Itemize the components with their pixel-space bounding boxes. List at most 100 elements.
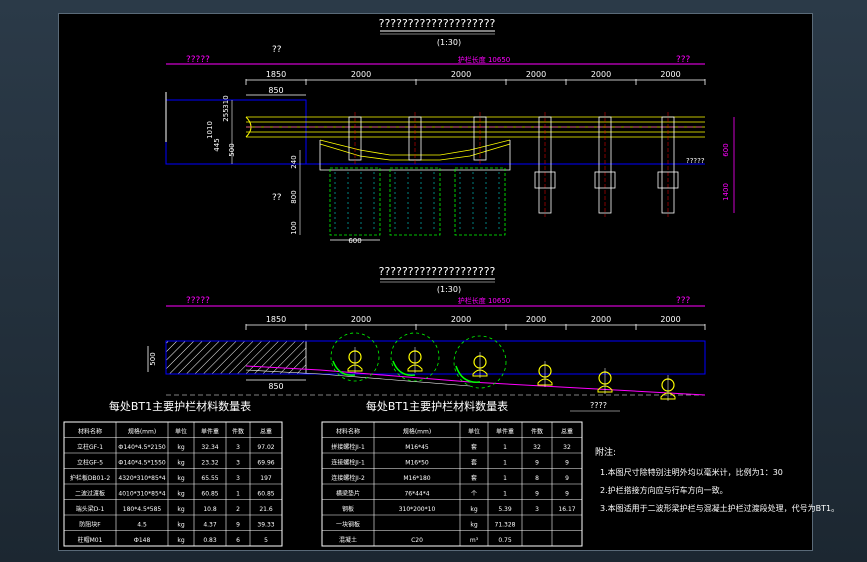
span-label: 2000 — [351, 315, 371, 324]
table-cell: 4320*310*85*4 — [118, 475, 165, 482]
table-cell: kg — [470, 522, 477, 529]
table-header-cell: 总重 — [260, 428, 272, 436]
elevation-foundations — [329, 167, 506, 236]
table-cell: 9 — [565, 475, 569, 482]
table-cell: 拼接螺栓JI-1 — [331, 443, 365, 451]
foundation — [389, 167, 441, 236]
table-cell: 76*44*4 — [404, 491, 429, 498]
table-cell: Ф140*4.5*1550 — [118, 460, 166, 467]
table-cell: 4.5 — [137, 522, 147, 529]
table-cell: 97.02 — [257, 444, 274, 451]
material-table-left: 材料名称 规格(mm) 单位 单件重 件数 总重立柱GF-1 Ф140*4.5*2150 kg… — [63, 421, 283, 547]
table-cell: 32.34 — [201, 444, 218, 451]
table-cell: 9 — [236, 522, 240, 529]
cad-drawing: ???????????????????? (1:30) ????? 护栏长度 1… — [63, 17, 839, 547]
table-left-title: 每处BT1主要护栏材料数量表 — [109, 399, 251, 413]
span-label: 2000 — [660, 315, 680, 324]
table-header-cell: 单位 — [175, 428, 187, 436]
vertical-dim-label: 445 — [213, 138, 221, 151]
anchor-arc — [392, 360, 416, 376]
table-cell: 3 — [535, 506, 539, 513]
table-header-cell: 单位 — [468, 428, 480, 436]
table-cell: 23.32 — [201, 460, 218, 467]
table-cell: 60.85 — [257, 491, 274, 498]
table-cell: 5 — [264, 537, 268, 544]
table-cell: Ф148 — [134, 537, 151, 544]
table-cell: 钢板 — [342, 505, 354, 513]
note-2: 2.护栏搭接方向应与行车方向一致。 — [600, 485, 728, 495]
table-cell: 9 — [535, 460, 539, 467]
span-label: 2000 — [451, 70, 471, 79]
table-cell: kg — [177, 522, 184, 529]
table-cell: 9 — [535, 491, 539, 498]
table-cell: 1 — [503, 491, 507, 498]
table-cell: 个 — [471, 491, 477, 498]
table-cell: 3 — [236, 460, 240, 467]
table-cell: 16.17 — [558, 506, 575, 513]
table-cell: 混凝土 — [339, 536, 357, 544]
table-header-cell: 规格(mm) — [403, 428, 431, 436]
table-header-cell: 单件重 — [496, 428, 514, 436]
vertical-dim-label: 1010 — [206, 121, 214, 139]
section-mark-bottom: ?? — [272, 193, 282, 203]
plan-slope-label: ???? — [590, 401, 607, 410]
table-cell: 197 — [260, 475, 272, 482]
right-dim-1: 600 — [722, 143, 730, 156]
table-cell: 1 — [503, 444, 507, 451]
span-label: 2000 — [591, 70, 611, 79]
table-cell: 4010*310*85*4 — [118, 491, 165, 498]
section-mark-top: ?? — [272, 45, 282, 55]
table-cell: kg — [177, 475, 184, 482]
note-1: 1.本图尺寸除特别注明外均以毫米计，比例为1：30 — [600, 467, 783, 477]
table-cell: 端头梁D-1 — [76, 505, 105, 513]
table-cell: 5.39 — [498, 506, 512, 513]
table-cell: 69.96 — [257, 460, 274, 467]
table-cell: 横梁垫片 — [336, 490, 360, 498]
table-cell: 防阻块F — [79, 521, 101, 529]
table-header-cell: 材料名称 — [336, 428, 360, 436]
table-cell: m³ — [470, 537, 479, 544]
footing-width: 600 — [348, 237, 361, 245]
table-cell: 21.6 — [259, 506, 273, 513]
table-cell: kg — [177, 460, 184, 467]
plan-span-labels: 1850 2000 2000 2000 2000 2000 — [245, 315, 706, 330]
plan-scale: (1:30) — [437, 285, 461, 294]
vertical-dim-label: 240 — [290, 155, 298, 168]
table-cell: 60.85 — [201, 491, 218, 498]
table-cell: 柱帽M01 — [78, 536, 103, 544]
elevation-total-length: 护栏长度 10650 — [458, 55, 511, 64]
table-header-cell: 单件重 — [201, 428, 219, 436]
table-cell: 套 — [471, 459, 477, 467]
table-cell: kg — [177, 537, 184, 544]
plan-right-label: ??? — [676, 296, 691, 306]
table-cell: 32 — [563, 444, 571, 451]
table-cell: 连接螺栓JI-1 — [331, 459, 365, 467]
vertical-dim-label: 310 — [222, 95, 230, 108]
span-label: 1850 — [266, 315, 286, 324]
span-label: 2000 — [351, 70, 371, 79]
table-cell: 2 — [236, 506, 240, 513]
vertical-dim-label: 100 — [290, 221, 298, 234]
foundation — [454, 167, 506, 236]
table-cell: M16*50 — [405, 460, 429, 467]
table-cell: 二波过渡板 — [75, 490, 105, 498]
table-header-cell: 规格(mm) — [128, 428, 156, 436]
table-header-cell: 总重 — [561, 428, 573, 436]
table-cell: 6 — [236, 537, 240, 544]
elevation-left-label: ????? — [186, 55, 210, 65]
table-right-title: 每处BT1主要护栏材料数量表 — [366, 399, 508, 413]
plan-sub-dim: 850 — [268, 382, 283, 391]
table-cell: 一块钢板 — [336, 521, 360, 529]
elevation-span-labels: 1850 2000 2000 2000 2000 2000 — [245, 70, 706, 85]
table-cell: 护栏板DB01-2 — [70, 474, 111, 482]
elevation-title: ???????????????????? — [379, 17, 496, 30]
table-cell: Ф140*4.5*2150 — [118, 444, 166, 451]
table-cell: 3 — [236, 444, 240, 451]
elevation-sub-dim: 850 — [268, 86, 283, 95]
table-cell: C20 — [411, 537, 423, 544]
table-cell: 1 — [236, 491, 240, 498]
table-cell: 1 — [503, 460, 507, 467]
table-cell: 9 — [565, 460, 569, 467]
table-cell: 立柱GF-5 — [77, 459, 103, 467]
table-cell: 10.8 — [203, 506, 217, 513]
